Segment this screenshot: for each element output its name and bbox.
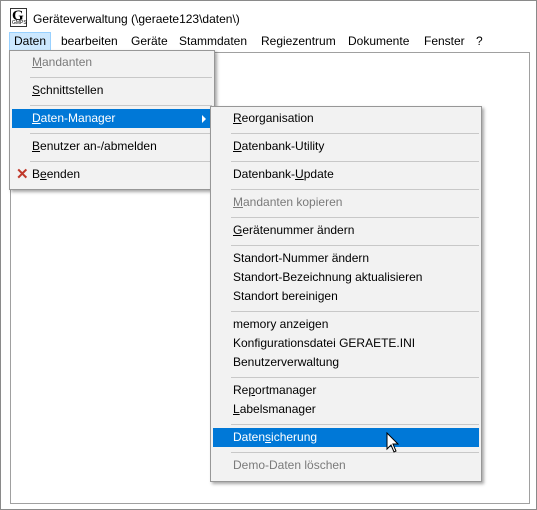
menu-dokumente-label: Dokumente — [348, 34, 410, 48]
menu-item-memory-anzeigen[interactable]: memory anzeigen — [213, 315, 479, 334]
submenu-arrow-icon — [202, 115, 206, 123]
menu-separator — [231, 245, 479, 246]
menu-separator — [231, 161, 479, 162]
app-logo-icon[interactable]: G GMPS — [10, 8, 27, 27]
menu-separator — [30, 77, 212, 78]
menu-item-benutzer-anmelden[interactable]: Benutzer an-/abmelden — [12, 137, 212, 156]
menu-separator — [231, 452, 479, 453]
menu-item-daten-manager[interactable]: Daten-Manager — [12, 109, 212, 128]
menu-item-mandanten-kopieren: Mandanten kopieren — [233, 195, 343, 209]
menu-item-labelsmanager[interactable]: Labelsmanager — [213, 400, 479, 419]
menu-geraete[interactable]: Geräte — [127, 32, 172, 51]
menu-geraete-label: Geräte — [131, 34, 168, 48]
menu-separator — [231, 133, 479, 134]
menu-bar: Daten bearbeiten Geräte Stammdaten Regie… — [1, 32, 536, 51]
menu-fenster-label: Fenster — [424, 34, 465, 48]
menu-item-benutzerverwaltung[interactable]: Benutzerverwaltung — [213, 353, 479, 372]
menu-separator — [231, 217, 479, 218]
menu-help-label: ? — [476, 34, 483, 48]
menu-item-standort-bereinigen[interactable]: Standort bereinigen — [213, 287, 479, 306]
menu-item-beenden[interactable]: ✕ Beenden — [12, 165, 212, 184]
menu-item-schnittstellen[interactable]: Schnittstellen — [12, 81, 212, 100]
menu-separator — [30, 133, 212, 134]
menu-item-datenbank-utility[interactable]: Datenbank-Utility — [213, 137, 479, 156]
menu-item-geraetenummer-aendern[interactable]: Gerätenummer ändern — [213, 221, 479, 240]
menu-item-konfigurationsdatei[interactable]: Konfigurationsdatei GERAETE.INI — [213, 334, 479, 353]
menu-item-standort-bezeichnung[interactable]: Standort-Bezeichnung aktualisieren — [213, 268, 479, 287]
window-title: Geräteverwaltung (\geraete123\daten\) — [33, 12, 240, 26]
menu-item-demo-daten-loeschen: Demo-Daten löschen — [233, 458, 346, 472]
menu-fenster[interactable]: Fenster — [420, 32, 469, 51]
menu-item-reorganisation[interactable]: Reorganisation — [213, 109, 479, 128]
menu-dokumente[interactable]: Dokumente — [344, 32, 413, 51]
menu-item-mandanten: Mandanten — [32, 55, 93, 69]
menu-regiezentrum-label: Regiezentrum — [261, 34, 336, 48]
close-icon: ✕ — [16, 166, 29, 183]
menu-separator — [30, 161, 212, 162]
title-bar: G GMPS Geräteverwaltung (\geraete123\dat… — [1, 1, 536, 32]
menu-separator — [231, 424, 479, 425]
menu-stammdaten[interactable]: Stammdaten — [175, 32, 251, 51]
menu-item-reportmanager[interactable]: Reportmanager — [213, 381, 479, 400]
menu-separator — [231, 311, 479, 312]
app-logo-sub: GMPS — [12, 20, 27, 26]
menu-stammdaten-label: Stammdaten — [179, 34, 248, 48]
daten-menu: Mandanten Schnittstellen Daten-Manager B… — [9, 50, 215, 190]
menu-separator — [231, 189, 479, 190]
menu-daten[interactable]: Daten — [9, 32, 52, 51]
menu-regiezentrum[interactable]: Regiezentrum — [257, 32, 340, 51]
menu-separator — [231, 377, 479, 378]
menu-item-datensicherung[interactable]: Datensicherung — [213, 428, 479, 447]
daten-manager-submenu: Reorganisation Datenbank-Utility Datenba… — [210, 106, 482, 482]
menu-help[interactable]: ? — [472, 32, 487, 51]
mouse-pointer-icon — [386, 432, 400, 453]
menu-daten-label: Daten — [14, 34, 47, 48]
menu-bearbeiten[interactable]: bearbeiten — [57, 32, 122, 51]
menu-bearbeiten-label: bearbeiten — [61, 34, 118, 48]
menu-item-standort-nummer[interactable]: Standort-Nummer ändern — [213, 249, 479, 268]
menu-item-datenbank-update[interactable]: Datenbank-Update — [213, 165, 479, 184]
menu-separator — [30, 105, 212, 106]
